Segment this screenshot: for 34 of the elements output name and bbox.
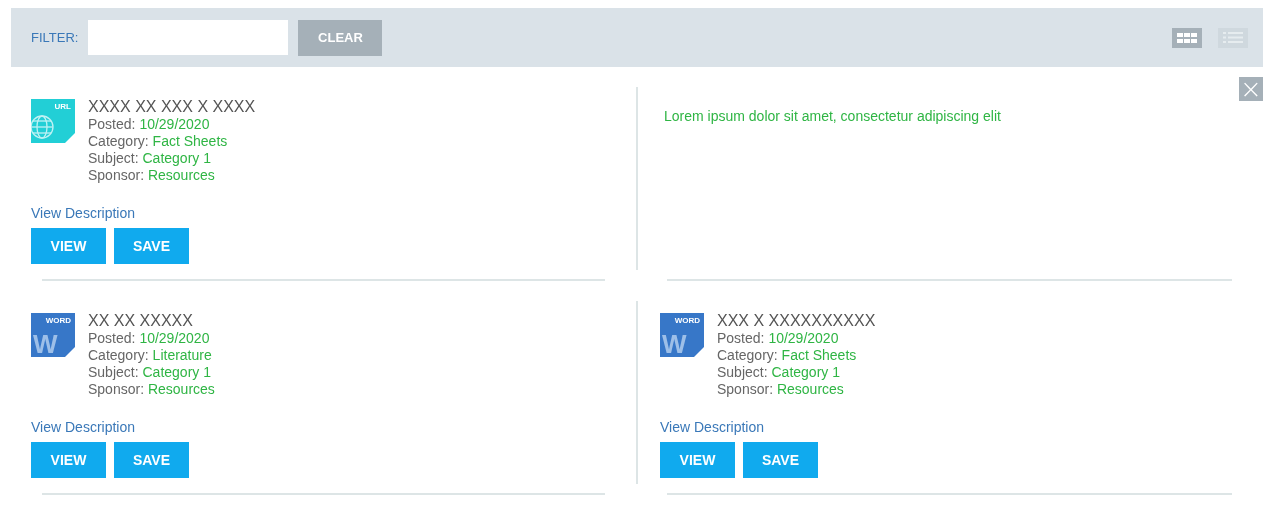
document-meta: Category: Fact Sheets [717,347,858,364]
description-text: Lorem ipsum dolor sit amet, consectetur adipiscing elit [664,108,1002,124]
document-meta: Sponsor: Resources [88,167,216,184]
grid-view-button[interactable] [1172,27,1202,48]
document-meta: Subject: Category 1 [88,364,212,381]
view-description-link[interactable]: View Description [31,419,135,435]
document-meta: Category: Literature [88,347,213,364]
document-meta: Subject: Category 1 [717,364,841,381]
filter-input[interactable] [88,20,289,55]
document-meta: Posted: 10/29/2020 [88,116,211,133]
document-meta: Category: Fact Sheets [88,133,229,150]
clear-button[interactable]: CLEAR [298,19,383,56]
save-button[interactable]: SAVE [114,228,189,264]
document-meta: Sponsor: Resources [717,381,845,398]
view-description-link[interactable]: View Description [660,419,764,435]
globe-file-icon: URL [31,99,75,143]
word-file-icon: WORD W [31,313,75,357]
save-button[interactable]: SAVE [743,442,818,478]
word-file-icon: WORD W [660,313,704,357]
document-meta: Subject: Category 1 [88,150,212,167]
view-button[interactable]: VIEW [31,228,106,264]
document-title: XXX X XXXXXXXXXX [717,312,876,330]
grid-icon [1177,32,1197,43]
document-title: XX XX XXXXX [88,312,194,330]
save-button[interactable]: SAVE [114,442,189,478]
filter-label: FILTER: [31,30,79,45]
document-meta: Sponsor: Resources [88,381,215,398]
view-button[interactable]: VIEW [660,442,735,478]
view-description-link[interactable]: View Description [31,205,135,221]
close-button[interactable]: × [1239,77,1263,101]
document-meta: Posted: 10/29/2020 [88,330,211,347]
view-button[interactable]: VIEW [31,442,106,478]
document-title: XXXX XX XXX X XXXX [88,98,256,116]
document-meta: Posted: 10/29/2020 [717,330,840,347]
